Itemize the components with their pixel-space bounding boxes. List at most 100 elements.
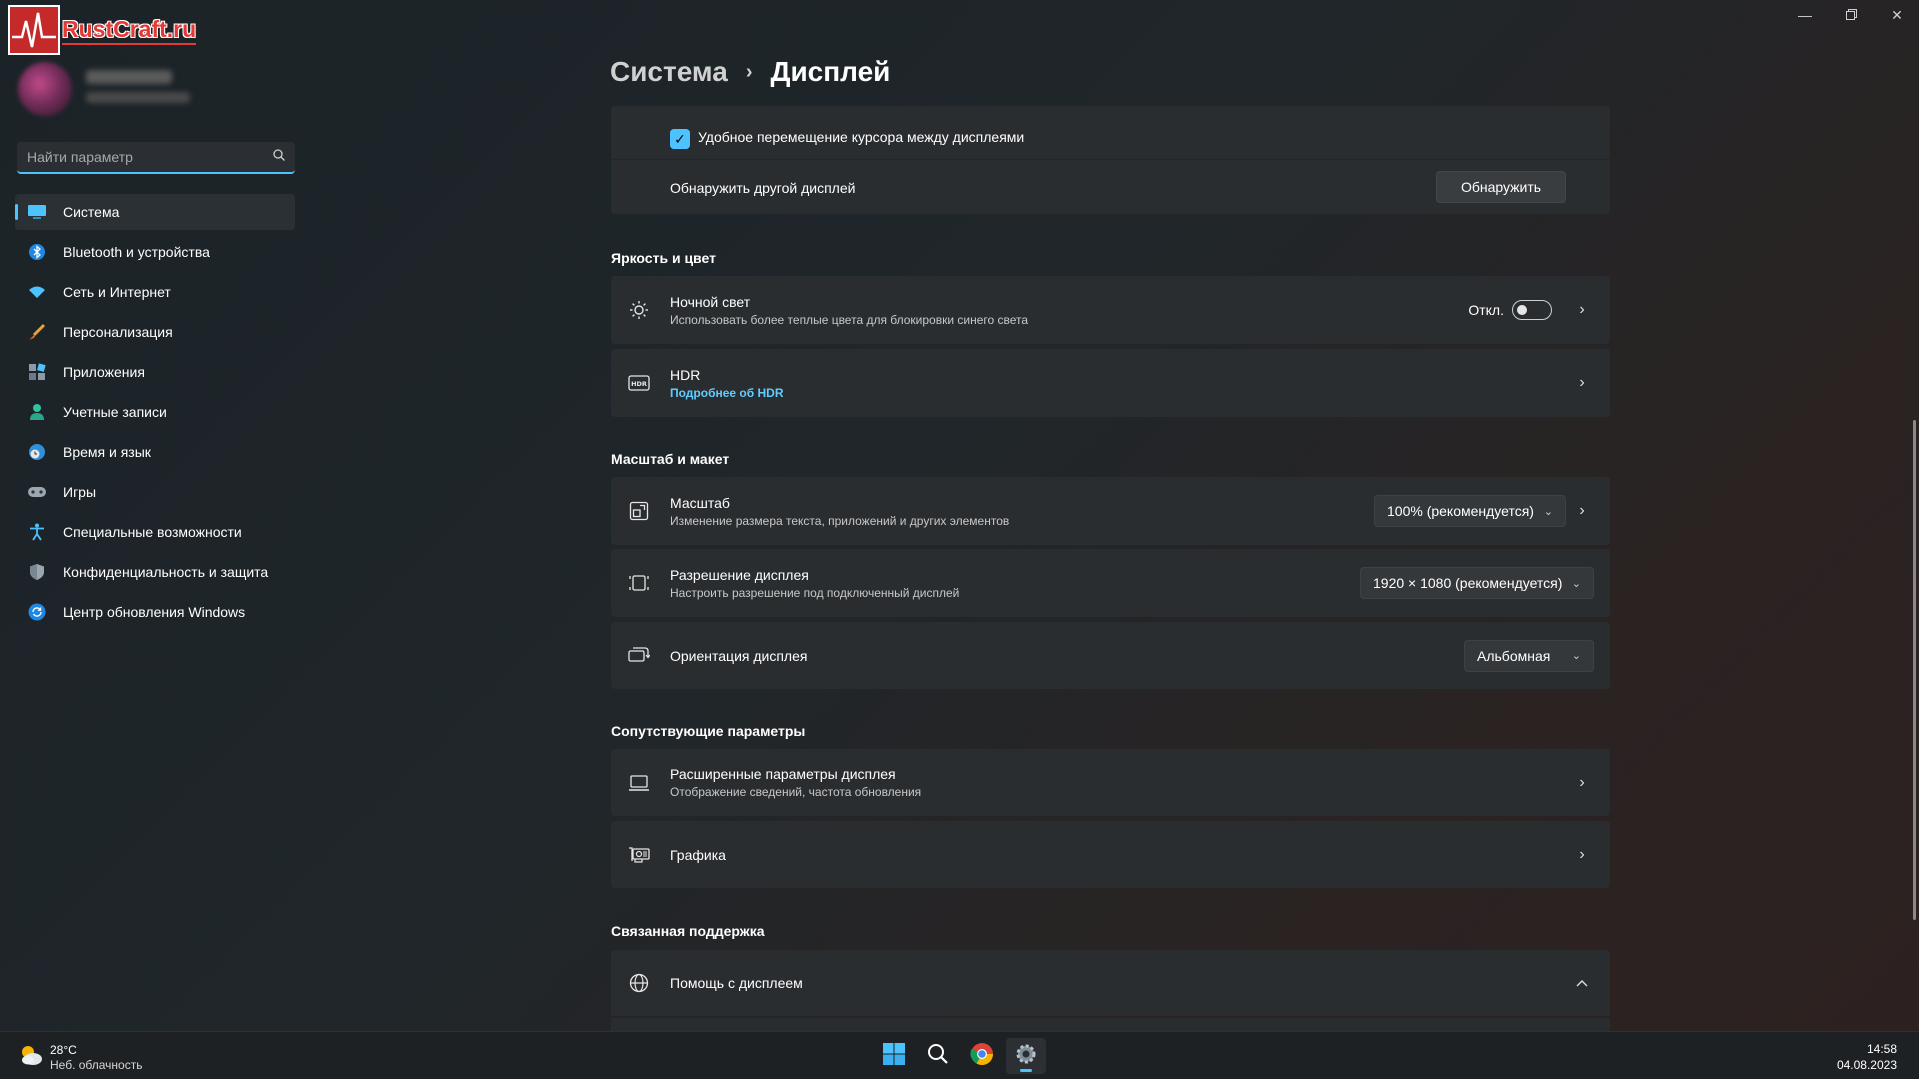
avatar[interactable] — [18, 62, 72, 116]
scale-card[interactable]: Масштаб Изменение размера текста, прилож… — [611, 477, 1610, 545]
sidebar-item-personalization[interactable]: Персонализация — [15, 314, 295, 350]
sidebar-item-time-language[interactable]: Время и язык — [15, 434, 295, 470]
chrome-button[interactable] — [962, 1038, 1002, 1074]
breadcrumb-parent[interactable]: Система — [610, 56, 728, 88]
brush-icon — [27, 322, 47, 342]
sidebar-item-windows-update[interactable]: Центр обновления Windows — [15, 594, 295, 630]
chevron-up-icon[interactable] — [1574, 975, 1590, 991]
section-title-brightness: Яркость и цвет — [611, 250, 716, 266]
resolution-card: Разрешение дисплея Настроить разрешение … — [611, 549, 1610, 617]
user-icon — [27, 402, 47, 422]
chevron-down-icon: ⌄ — [1571, 577, 1581, 590]
close-icon: ✕ — [1891, 6, 1903, 23]
search-box[interactable] — [17, 142, 295, 174]
sidebar-item-apps[interactable]: Приложения — [15, 354, 295, 390]
detect-button[interactable]: Обнаружить — [1436, 171, 1566, 203]
search-input[interactable] — [27, 149, 273, 165]
chevron-right-icon: › — [1579, 301, 1585, 318]
update-icon — [27, 602, 47, 622]
night-light-state: Откл. — [1468, 302, 1504, 318]
sidebar-item-privacy[interactable]: Конфиденциальность и защита — [15, 554, 295, 590]
search-icon[interactable] — [273, 148, 285, 166]
hdr-learn-more-link[interactable]: Подробнее об HDR — [670, 386, 784, 400]
bluetooth-icon — [27, 242, 47, 262]
clock-date[interactable]: 04.08.2023 — [1837, 1058, 1897, 1072]
shield-icon — [27, 562, 47, 582]
graphics-card-icon — [627, 843, 651, 867]
scale-title: Масштаб — [670, 494, 730, 511]
weather-description[interactable]: Неб. облачность — [50, 1058, 142, 1072]
advanced-display-card[interactable]: Расширенные параметры дисплея Отображени… — [611, 749, 1610, 816]
night-light-toggle[interactable] — [1512, 300, 1552, 320]
wifi-icon — [27, 282, 47, 302]
scale-value: 100% (рекомендуется) — [1387, 503, 1534, 519]
orientation-value: Альбомная — [1477, 647, 1551, 664]
orientation-card: Ориентация дисплея Альбомная ⌄ — [611, 622, 1610, 689]
gamepad-icon — [27, 482, 47, 502]
orientation-icon — [627, 644, 651, 668]
scale-dropdown[interactable]: 100% (рекомендуется) ⌄ — [1374, 495, 1566, 527]
sidebar-item-label: Центр обновления Windows — [63, 604, 246, 620]
cursor-move-row[interactable]: ✓ Удобное перемещение курсора между дисп… — [611, 106, 1610, 160]
breadcrumb-chevron-icon: › — [745, 60, 753, 83]
scale-icon — [627, 499, 651, 523]
chrome-icon — [970, 1042, 994, 1071]
sidebar-item-label: Конфиденциальность и защита — [63, 564, 269, 580]
resolution-dropdown[interactable]: 1920 × 1080 (рекомендуется) ⌄ — [1360, 567, 1594, 599]
orientation-text: Ориентация дисплея — [670, 648, 807, 664]
weather-partly-cloudy-icon[interactable] — [18, 1042, 44, 1068]
resolution-subtitle: Настроить разрешение под подключенный ди… — [670, 585, 960, 600]
display-help-text: Помощь с дисплеем — [670, 975, 803, 991]
weather-temperature[interactable]: 28°C — [50, 1043, 77, 1057]
chevron-right-icon: › — [1579, 374, 1585, 391]
advanced-display-title: Расширенные параметры дисплея — [670, 766, 896, 782]
night-light-card[interactable]: Ночной свет Использовать более теплые цв… — [611, 276, 1610, 344]
night-light-title: Ночной свет — [670, 293, 751, 310]
display-help-expanded-area — [611, 1018, 1610, 1031]
resolution-value: 1920 × 1080 (рекомендуется) — [1373, 575, 1563, 591]
display-help-card[interactable]: Помощь с дисплеем — [611, 950, 1610, 1016]
sidebar-item-accounts[interactable]: Учетные записи — [15, 394, 295, 430]
graphics-title: Графика — [670, 846, 726, 863]
sidebar-item-bluetooth[interactable]: Bluetooth и устройства — [15, 234, 295, 270]
settings-button[interactable] — [1006, 1038, 1046, 1074]
start-button[interactable] — [874, 1038, 914, 1074]
chevron-right-icon: › — [1579, 773, 1585, 791]
globe-icon — [627, 971, 651, 995]
orientation-dropdown[interactable]: Альбомная ⌄ — [1464, 639, 1594, 672]
scrollbar[interactable] — [1913, 420, 1916, 920]
taskbar-search-button[interactable] — [918, 1038, 958, 1074]
night-light-text: Ночной свет Использовать более теплые цв… — [670, 294, 1028, 327]
resolution-icon — [627, 571, 651, 595]
monitor-icon — [627, 771, 651, 795]
heartbeat-logo-icon — [8, 5, 60, 55]
sidebar-item-accessibility[interactable]: Специальные возможности — [15, 514, 295, 550]
advanced-display-subtitle: Отображение сведений, частота обновления — [670, 785, 922, 799]
minimize-button[interactable]: — — [1782, 0, 1828, 30]
section-title-scale-layout: Масштаб и макет — [611, 451, 730, 467]
display-help-title: Помощь с дисплеем — [670, 975, 803, 991]
watermark-logo: RustCraft.ru — [8, 4, 208, 56]
restore-icon — [1845, 7, 1857, 23]
close-button[interactable]: ✕ — [1874, 0, 1919, 30]
search-icon — [927, 1043, 949, 1070]
clock-time[interactable]: 14:58 — [1867, 1042, 1897, 1056]
cursor-move-checkbox[interactable]: ✓ — [670, 129, 690, 149]
system-icon — [27, 202, 47, 222]
breadcrumb: Система › Дисплей — [610, 56, 890, 88]
multi-display-card: ✓ Удобное перемещение курсора между дисп… — [611, 106, 1610, 214]
hdr-card[interactable]: HDR HDR Подробнее об HDR › — [611, 349, 1610, 417]
sidebar-item-system[interactable]: Система — [15, 194, 295, 230]
sidebar-item-label: Bluetooth и устройства — [63, 244, 210, 260]
orientation-title: Ориентация дисплея — [670, 647, 808, 664]
sidebar-item-label: Персонализация — [63, 324, 173, 340]
graphics-card[interactable]: Графика › — [611, 821, 1610, 888]
globe-clock-icon — [27, 442, 47, 462]
sidebar-item-gaming[interactable]: Игры — [15, 474, 295, 510]
apps-icon — [27, 362, 47, 382]
settings-icon — [1014, 1042, 1038, 1071]
profile-name-blurred — [86, 70, 172, 84]
restore-button[interactable] — [1828, 0, 1874, 30]
resolution-title: Разрешение дисплея — [670, 566, 809, 583]
sidebar-item-network[interactable]: Сеть и Интернет — [15, 274, 295, 310]
